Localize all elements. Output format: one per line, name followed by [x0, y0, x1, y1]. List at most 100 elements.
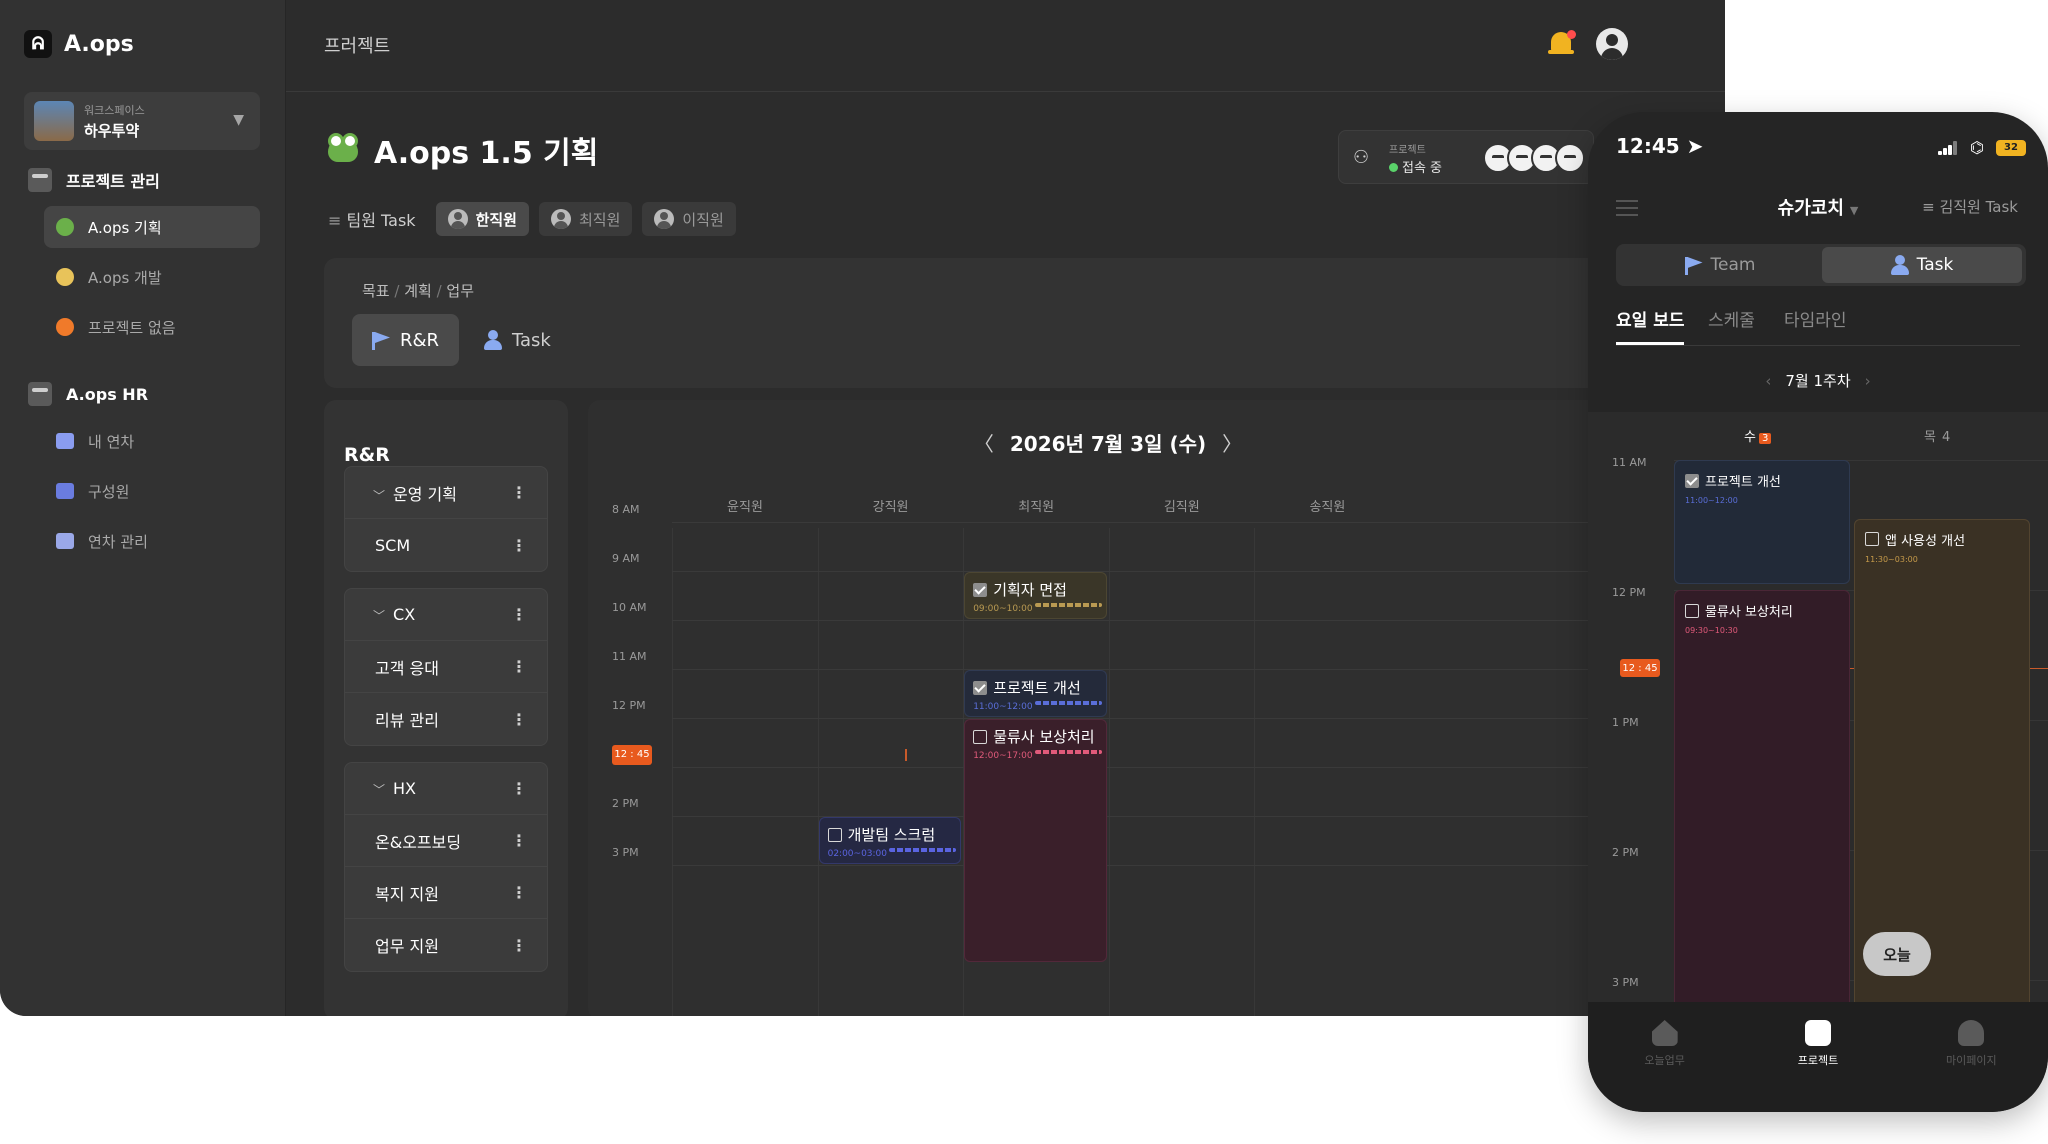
online-members[interactable]: ⚇ 프로젝트 접속 중 [1338, 130, 1594, 184]
phone-event-time: 09:30~10:30 [1685, 626, 1738, 635]
online-label: 프로젝트 [1389, 145, 1426, 156]
phone-event[interactable]: 앱 사용성 개선 11:30~03:00 [1854, 518, 2030, 1002]
hour-line [672, 816, 1628, 817]
chevron-down-icon[interactable]: ﹀ [373, 489, 385, 503]
rr-group-header[interactable]: ﹀ CX ⋮ [345, 589, 547, 641]
checkbox-icon[interactable] [973, 680, 988, 695]
sidebar-item-0-1[interactable]: A.ops 개발 [44, 256, 260, 298]
phone-event[interactable]: 물류사 보상처리 09:30~10:30 [1674, 590, 1850, 1002]
person-icon [550, 209, 571, 229]
chevron-right-icon[interactable]: 〉 [1222, 432, 1242, 456]
tab-rr[interactable]: R&R [352, 314, 460, 366]
kebab-icon[interactable]: ⋮ [511, 605, 527, 624]
rr-item[interactable]: 고객 응대 ⋮ [345, 641, 547, 693]
today-button[interactable]: 오늘 [1863, 932, 1931, 976]
tab-task[interactable]: Task [464, 314, 571, 366]
rr-item[interactable]: 온&오프보딩 ⋮ [345, 815, 547, 867]
chevron-down-icon[interactable]: ﹀ [373, 783, 385, 797]
chevron-left-icon[interactable]: ‹ [1765, 372, 1771, 390]
rr-item[interactable]: SCM ⋮ [345, 519, 547, 571]
phone-current-time-badge: 12 : 45 [1620, 659, 1660, 677]
checkbox-icon[interactable] [1865, 532, 1879, 546]
calendar-event[interactable]: 개발팀 스크럼 02:00~03:00 [818, 817, 962, 864]
checkbox-icon[interactable] [1685, 473, 1699, 488]
hour-label: 2 PM [612, 797, 639, 810]
hour-label: 10 AM [612, 601, 647, 614]
checkbox-icon[interactable] [827, 827, 842, 842]
filter-chip-0[interactable]: 한직원 [435, 202, 529, 236]
workspace-selector[interactable]: 워크스페이스 하우투약 ▼ [24, 92, 260, 150]
chevron-down-icon[interactable]: ﹀ [373, 609, 385, 623]
sidebar-item-1-1[interactable]: 구성원 [44, 470, 260, 512]
segment-task[interactable]: Task [1822, 247, 2022, 283]
phone-task-filter[interactable]: ≡ 김직원 Task [1922, 196, 2018, 217]
kebab-icon[interactable]: ⋮ [511, 831, 527, 850]
tab-rr-label: R&R [400, 329, 440, 351]
filter-chip-2[interactable]: 이직원 [642, 202, 736, 236]
phone-event[interactable]: 프로젝트 개선 11:00~12:00 [1674, 460, 1850, 584]
sidebar-section-title: 프로젝트 관리 [66, 172, 160, 191]
sidebar-section-0[interactable]: 프로젝트 관리 [28, 168, 160, 192]
calendar-column-header: 송직원 [1309, 500, 1346, 515]
current-time-tick [904, 748, 907, 761]
chevron-right-icon[interactable]: › [1865, 372, 1871, 390]
crumb-0[interactable]: 목표 [362, 282, 390, 300]
checkbox-icon[interactable] [973, 582, 988, 597]
user-avatar[interactable] [1596, 28, 1628, 60]
kebab-icon[interactable]: ⋮ [511, 710, 527, 729]
checkbox-icon[interactable] [973, 729, 988, 744]
sidebar-item-label: 내 연차 [88, 432, 135, 451]
rr-item[interactable]: 복지 지원 ⋮ [345, 867, 547, 919]
crumb-2[interactable]: 업무 [446, 282, 474, 300]
flag-icon [372, 332, 390, 350]
sidebar-item-1-2[interactable]: 연차 관리 [44, 520, 260, 562]
kebab-icon[interactable]: ⋮ [511, 657, 527, 676]
bottom-nav-item-3[interactable]: 마이페이지 [1895, 1002, 2048, 1112]
member-avatar[interactable] [1555, 143, 1585, 173]
kanban-board-icon [28, 168, 52, 192]
rr-group-title-wrap: ﹀ CX [373, 605, 415, 624]
rr-group-header[interactable]: ﹀ 운영 기획 ⋮ [345, 467, 547, 519]
phone-tab-1[interactable]: 스케줄 [1708, 306, 1755, 331]
rr-item[interactable]: 리뷰 관리 ⋮ [345, 693, 547, 745]
sidebar-item-0-2[interactable]: 프로젝트 없음 [44, 306, 260, 348]
kebab-icon[interactable]: ⋮ [511, 536, 527, 555]
crumb-1[interactable]: 계획 [404, 282, 432, 300]
segment-team[interactable]: Team [1620, 247, 1820, 283]
hour-label: 9 AM [612, 552, 640, 565]
kebab-icon[interactable]: ⋮ [511, 936, 527, 955]
rr-item[interactable]: 업무 지원 ⋮ [345, 919, 547, 971]
phone-tab-2[interactable]: 타임라인 [1784, 306, 1847, 331]
desktop-app-window: ᕱ A.ops 워크스페이스 하우투약 ▼ 프로젝트 관리 A.ops 기획 A.o… [0, 0, 1725, 1016]
calendar-event[interactable]: 프로젝트 개선 11:00~12:00 [964, 670, 1107, 717]
kebab-icon[interactable]: ⋮ [511, 779, 527, 798]
breadcrumb[interactable]: 프러젝트 [324, 32, 390, 58]
chevron-left-icon[interactable]: 〈 [974, 432, 994, 456]
rr-item-label: SCM [375, 535, 411, 555]
day-header-1[interactable]: 목4 [1924, 426, 1950, 445]
kebab-icon[interactable]: ⋮ [511, 483, 527, 502]
kebab-icon[interactable]: ⋮ [511, 883, 527, 902]
checkbox-icon[interactable] [1685, 603, 1699, 618]
sidebar-item-0-0[interactable]: A.ops 기획 [44, 206, 260, 248]
calendar-event[interactable]: 물류사 보상처리 12:00~17:00 [964, 719, 1107, 962]
sidebar-item-1-0[interactable]: 내 연차 [44, 420, 260, 462]
day-name: 수 [1744, 430, 1756, 445]
member-filter: 팀원 Task 한직원 최직원 이직원 [328, 202, 736, 236]
rr-group-header[interactable]: ﹀ HX ⋮ [345, 763, 547, 815]
user-icon [1958, 1020, 1985, 1046]
bottom-nav-item-0[interactable]: 오늘업무 [1588, 1002, 1741, 1112]
calendar-event[interactable]: 기획자 면접 09:00~10:00 [964, 572, 1107, 619]
sidebar-section-1[interactable]: A.ops HR [28, 382, 148, 406]
rr-group-title-wrap: ﹀ HX [373, 779, 416, 798]
notification-dot [1567, 30, 1576, 39]
day-header-0[interactable]: 수3 [1744, 426, 1772, 445]
hour-line [672, 571, 1628, 572]
phone-tab-0[interactable]: 요일 보드 [1616, 306, 1685, 345]
filter-chip-1[interactable]: 최직원 [538, 202, 633, 236]
column-divider [1108, 528, 1110, 1016]
notification-bell-icon[interactable] [1548, 30, 1576, 58]
app-logo[interactable]: ᕱ A.ops [24, 30, 134, 58]
bottom-nav-item-1[interactable]: 프로젝트 [1741, 1002, 1894, 1112]
rr-item-label: 온&오프보딩 [375, 832, 462, 852]
